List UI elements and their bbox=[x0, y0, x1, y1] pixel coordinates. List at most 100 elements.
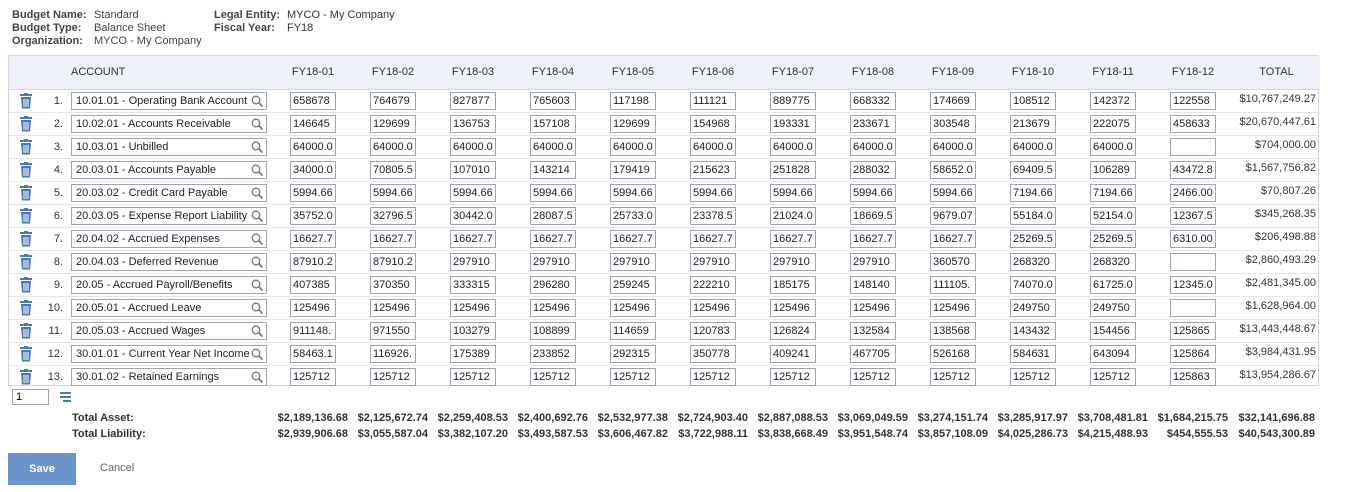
trash-icon[interactable] bbox=[19, 368, 33, 385]
period-amount-input[interactable] bbox=[1090, 206, 1136, 225]
period-amount-input[interactable] bbox=[530, 252, 576, 271]
period-amount-input[interactable] bbox=[770, 206, 816, 225]
period-amount-input[interactable] bbox=[290, 367, 336, 386]
period-amount-input[interactable] bbox=[930, 183, 976, 202]
period-amount-input[interactable] bbox=[1170, 367, 1216, 386]
period-amount-input[interactable] bbox=[370, 137, 416, 156]
period-amount-input[interactable] bbox=[1010, 183, 1056, 202]
period-amount-input[interactable] bbox=[690, 344, 736, 363]
period-amount-input[interactable] bbox=[290, 160, 336, 179]
period-amount-input[interactable] bbox=[1010, 275, 1056, 294]
period-amount-input[interactable] bbox=[770, 252, 816, 271]
period-amount-input[interactable] bbox=[850, 344, 896, 363]
period-amount-input[interactable] bbox=[610, 206, 656, 225]
period-amount-input[interactable] bbox=[930, 298, 976, 317]
period-amount-input[interactable] bbox=[1010, 91, 1056, 110]
period-amount-input[interactable] bbox=[370, 206, 416, 225]
period-amount-input[interactable] bbox=[1090, 344, 1136, 363]
search-icon[interactable] bbox=[250, 232, 264, 246]
search-icon[interactable] bbox=[250, 209, 264, 223]
period-amount-input[interactable] bbox=[530, 275, 576, 294]
list-settings-icon[interactable] bbox=[57, 389, 73, 405]
period-amount-input[interactable] bbox=[690, 229, 736, 248]
period-amount-input[interactable] bbox=[370, 91, 416, 110]
period-amount-input[interactable] bbox=[1170, 229, 1216, 248]
period-amount-input[interactable] bbox=[1010, 229, 1056, 248]
period-amount-input[interactable] bbox=[1090, 137, 1136, 156]
period-amount-input[interactable] bbox=[290, 137, 336, 156]
account-field[interactable]: 20.04.02 - Accrued Expenses bbox=[71, 229, 267, 248]
period-amount-input[interactable] bbox=[930, 114, 976, 133]
period-amount-input[interactable] bbox=[370, 160, 416, 179]
search-icon[interactable] bbox=[250, 301, 264, 315]
period-amount-input[interactable] bbox=[370, 367, 416, 386]
page-size-input[interactable] bbox=[12, 389, 49, 405]
period-amount-input[interactable] bbox=[1010, 206, 1056, 225]
period-amount-input[interactable] bbox=[770, 137, 816, 156]
account-field[interactable]: 20.03.05 - Expense Report Liability bbox=[71, 206, 267, 225]
trash-icon[interactable] bbox=[19, 161, 33, 178]
period-amount-input[interactable] bbox=[1090, 298, 1136, 317]
period-amount-input[interactable] bbox=[690, 252, 736, 271]
period-amount-input[interactable] bbox=[690, 160, 736, 179]
period-amount-input[interactable] bbox=[1090, 183, 1136, 202]
period-amount-input[interactable] bbox=[610, 229, 656, 248]
period-amount-input[interactable] bbox=[1170, 275, 1216, 294]
period-amount-input[interactable] bbox=[930, 321, 976, 340]
period-amount-input[interactable] bbox=[1170, 160, 1216, 179]
period-amount-input[interactable] bbox=[450, 367, 496, 386]
period-amount-input[interactable] bbox=[290, 183, 336, 202]
period-amount-input[interactable] bbox=[370, 114, 416, 133]
period-amount-input[interactable] bbox=[770, 344, 816, 363]
period-amount-input[interactable] bbox=[530, 298, 576, 317]
period-amount-input[interactable] bbox=[850, 206, 896, 225]
period-amount-input[interactable] bbox=[850, 275, 896, 294]
period-amount-input[interactable] bbox=[450, 114, 496, 133]
period-amount-input[interactable] bbox=[770, 91, 816, 110]
account-field[interactable]: 30.01.01 - Current Year Net Income bbox=[71, 344, 267, 363]
period-amount-input[interactable] bbox=[1170, 183, 1216, 202]
period-amount-input[interactable] bbox=[290, 206, 336, 225]
period-amount-input[interactable] bbox=[290, 114, 336, 133]
period-amount-input[interactable] bbox=[690, 321, 736, 340]
period-amount-input[interactable] bbox=[850, 321, 896, 340]
period-amount-input[interactable] bbox=[610, 137, 656, 156]
account-field[interactable]: 20.05.03 - Accrued Wages bbox=[71, 321, 267, 340]
period-amount-input[interactable] bbox=[850, 91, 896, 110]
period-amount-input[interactable] bbox=[290, 275, 336, 294]
period-amount-input[interactable] bbox=[1010, 137, 1056, 156]
search-icon[interactable] bbox=[250, 163, 264, 177]
period-amount-input[interactable] bbox=[690, 298, 736, 317]
period-amount-input[interactable] bbox=[1010, 367, 1056, 386]
period-amount-input[interactable] bbox=[850, 114, 896, 133]
period-amount-input[interactable] bbox=[770, 367, 816, 386]
account-field[interactable]: 20.05 - Accrued Payroll/Benefits bbox=[71, 275, 267, 294]
period-amount-input[interactable] bbox=[450, 206, 496, 225]
period-amount-input[interactable] bbox=[1010, 252, 1056, 271]
period-amount-input[interactable] bbox=[290, 252, 336, 271]
period-amount-input[interactable] bbox=[930, 137, 976, 156]
period-amount-input[interactable] bbox=[610, 252, 656, 271]
account-field[interactable]: 30.01.02 - Retained Earnings bbox=[71, 367, 267, 386]
period-amount-input[interactable] bbox=[370, 183, 416, 202]
search-icon[interactable] bbox=[250, 278, 264, 292]
period-amount-input[interactable] bbox=[610, 160, 656, 179]
save-button[interactable]: Save bbox=[8, 453, 76, 485]
period-amount-input[interactable] bbox=[1090, 367, 1136, 386]
account-field[interactable]: 20.05.01 - Accrued Leave bbox=[71, 298, 267, 317]
period-amount-input[interactable] bbox=[1010, 160, 1056, 179]
period-amount-input[interactable] bbox=[770, 321, 816, 340]
search-icon[interactable] bbox=[250, 370, 264, 384]
period-amount-input[interactable] bbox=[930, 91, 976, 110]
period-amount-input[interactable] bbox=[530, 137, 576, 156]
period-amount-input[interactable] bbox=[370, 275, 416, 294]
period-amount-input[interactable] bbox=[530, 367, 576, 386]
trash-icon[interactable] bbox=[19, 299, 33, 316]
period-amount-input[interactable] bbox=[850, 183, 896, 202]
period-amount-input[interactable] bbox=[450, 298, 496, 317]
trash-icon[interactable] bbox=[19, 92, 33, 109]
period-amount-input[interactable] bbox=[370, 344, 416, 363]
period-amount-input[interactable] bbox=[1170, 252, 1216, 271]
trash-icon[interactable] bbox=[19, 207, 33, 224]
period-amount-input[interactable] bbox=[450, 160, 496, 179]
